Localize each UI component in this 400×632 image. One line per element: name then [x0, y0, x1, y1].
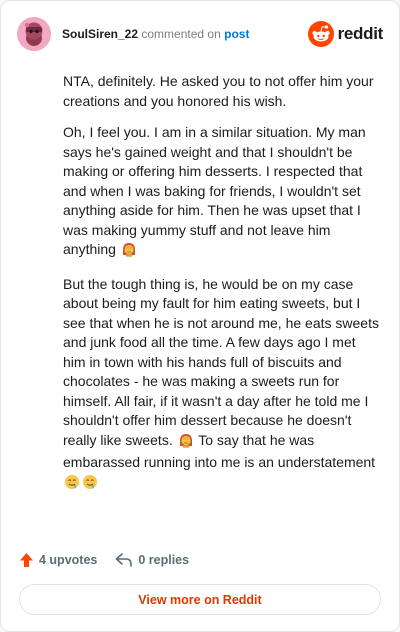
upvote-arrow-icon: [20, 553, 33, 567]
brand-wordmark: reddit: [337, 24, 384, 43]
reply-button[interactable]: 0 replies: [115, 552, 189, 568]
drooling-face-emoji-icon: [64, 474, 80, 496]
reddit-brand[interactable]: reddit: [307, 21, 384, 47]
upvote-button[interactable]: 4 upvotes: [19, 552, 97, 568]
user-avatar[interactable]: [17, 17, 51, 51]
comment-embed-card: SoulSiren_22 commented on post reddit NT…: [0, 0, 400, 632]
paragraph-text: But the tough thing is, he would be on m…: [63, 275, 379, 448]
comment-paragraph: NTA, definitely. He asked you to not off…: [63, 72, 381, 111]
upvote-count: 4 upvotes: [39, 553, 98, 567]
comment-header: SoulSiren_22 commented on post reddit: [17, 17, 383, 51]
comment-body: NTA, definitely. He asked you to not off…: [63, 72, 381, 507]
woman-facepalming-emoji-icon: [121, 241, 137, 263]
byline-action: commented on: [141, 27, 221, 41]
reply-count: 0 replies: [138, 553, 190, 567]
comment-paragraph: Oh, I feel you. I am in a similar situat…: [63, 123, 381, 263]
drooling-face-emoji-icon: [82, 474, 98, 496]
reddit-logo-icon: [307, 21, 334, 47]
comment-byline: SoulSiren_22 commented on post: [62, 27, 249, 41]
reply-arrow-icon: [116, 553, 133, 567]
paragraph-text: Oh, I feel you. I am in a similar situat…: [63, 124, 366, 257]
username-link[interactable]: SoulSiren_22: [62, 27, 138, 41]
paragraph-text: NTA, definitely. He asked you to not off…: [63, 73, 374, 109]
post-link[interactable]: post: [224, 27, 249, 41]
comment-footer: 4 upvotes 0 replies: [19, 550, 189, 570]
comment-paragraph: But the tough thing is, he would be on m…: [63, 275, 381, 496]
snoo-avatar-icon: [17, 17, 51, 51]
view-more-button[interactable]: View more on Reddit: [19, 584, 381, 615]
woman-facepalming-emoji-icon: [178, 432, 194, 454]
